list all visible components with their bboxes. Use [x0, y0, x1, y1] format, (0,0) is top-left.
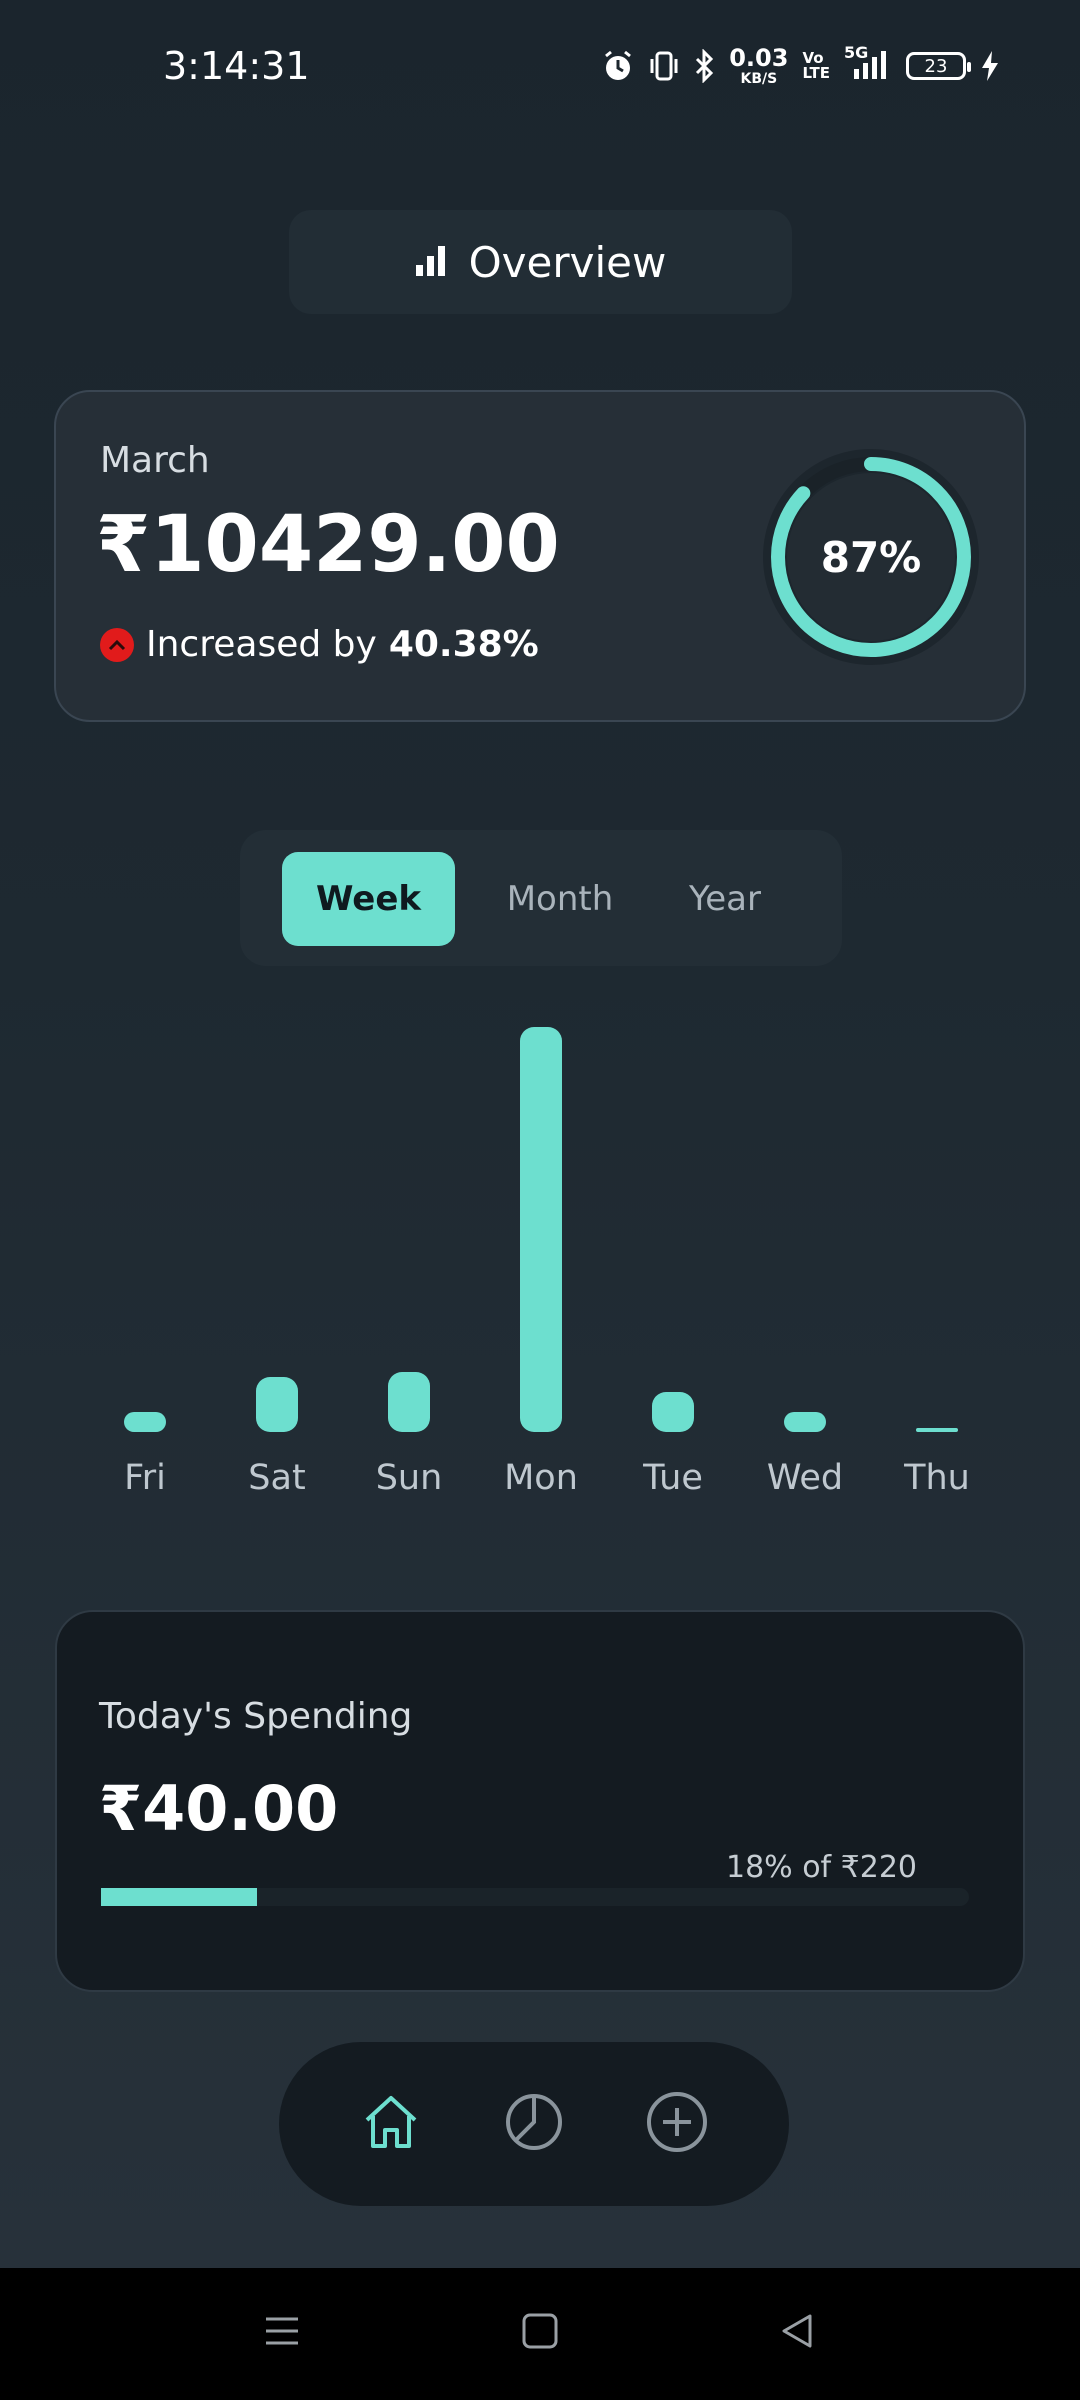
chart-bar-thu	[916, 1428, 958, 1432]
status-bar: 3:14:31 0.03 KB/S Vo LTE 5G 23	[0, 0, 1080, 130]
alarm-icon	[601, 49, 635, 83]
overview-header[interactable]: Overview	[289, 210, 792, 314]
chart-label-fri: Fri	[124, 1458, 166, 1498]
status-time: 3:14:31	[163, 44, 310, 88]
net-speed: 0.03 KB/S	[729, 44, 789, 87]
chart-label-sun: Sun	[375, 1458, 443, 1498]
arrow-up-icon	[100, 627, 134, 662]
tab-year[interactable]: Year	[660, 852, 790, 946]
square-icon	[520, 2311, 560, 2355]
page-title: Overview	[468, 237, 667, 287]
home-system-button[interactable]	[510, 2308, 570, 2358]
today-amount: ₹40.00	[99, 1772, 339, 1845]
signal-icon: 5G	[844, 43, 892, 83]
tab-month[interactable]: Month	[480, 852, 640, 946]
month-label: March	[100, 440, 210, 481]
home-icon	[361, 2092, 421, 2156]
today-title: Today's Spending	[99, 1696, 413, 1737]
change-value: 40.38%	[388, 624, 539, 665]
recent-apps-button[interactable]	[252, 2308, 312, 2358]
chart-bar-tue	[652, 1392, 694, 1432]
today-progress-track	[101, 1888, 969, 1906]
bluetooth-icon	[693, 49, 715, 83]
chart-bar-sat	[256, 1377, 298, 1432]
back-triangle-icon	[778, 2311, 818, 2355]
today-percent-text: 18% of ₹220	[725, 1850, 917, 1885]
tab-week[interactable]: Week	[282, 852, 455, 946]
bottom-nav	[279, 2042, 789, 2206]
chart-bar-fri	[124, 1412, 166, 1432]
back-button[interactable]	[768, 2308, 828, 2358]
chart-bar-mon	[520, 1027, 562, 1432]
chart-bar-sun	[388, 1372, 430, 1432]
period-tabs: Week Month Year	[240, 830, 842, 966]
today-spending-card: Today's Spending ₹40.00 18% of ₹220	[55, 1610, 1025, 1992]
chart-bar-wed	[784, 1412, 826, 1432]
volte-indicator: Vo LTE	[802, 49, 830, 82]
change-prefix: Increased by	[146, 624, 377, 665]
change-indicator: Increased by 40.38%	[100, 624, 539, 665]
month-amount: ₹10429.00	[96, 500, 560, 590]
chart-label-wed: Wed	[766, 1458, 844, 1498]
chart-label-mon: Mon	[504, 1458, 578, 1498]
chart-label-tue: Tue	[643, 1458, 703, 1498]
chart-label-thu: Thu	[904, 1458, 970, 1498]
charging-icon	[980, 49, 1000, 83]
nav-stats[interactable]	[494, 2084, 574, 2164]
today-progress-fill	[101, 1888, 258, 1906]
pie-chart-icon	[504, 2092, 564, 2156]
battery-icon: 23	[906, 52, 971, 80]
add-circle-icon	[645, 2090, 709, 2158]
bar-chart-icon	[415, 243, 447, 281]
progress-ring-label: 87%	[820, 532, 922, 582]
nav-add[interactable]	[637, 2084, 717, 2164]
menu-icon	[262, 2311, 302, 2355]
weekly-bar-chart: Fri Sat Sun Mon Tue Wed Thu	[0, 1000, 1080, 1520]
vibrate-icon	[649, 49, 679, 83]
status-icons: 0.03 KB/S Vo LTE 5G 23	[601, 43, 1000, 87]
nav-home[interactable]	[351, 2084, 431, 2164]
month-summary-card: March ₹10429.00 Increased by 40.38% 87%	[54, 390, 1026, 722]
system-nav-bar	[0, 2268, 1080, 2400]
chart-label-sat: Sat	[248, 1458, 306, 1498]
